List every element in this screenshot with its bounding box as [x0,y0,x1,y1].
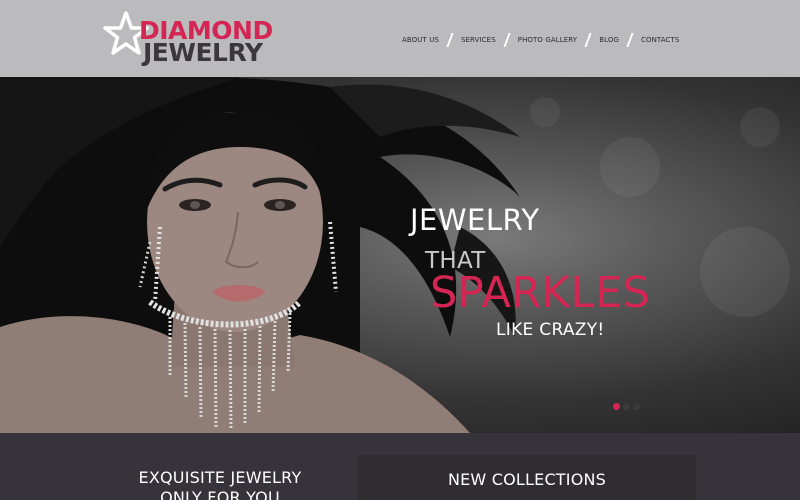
nav-separator [628,32,632,48]
hero-heading-line1: JEWELRY [410,203,540,237]
slider-pagination [613,403,643,410]
nav-separator [505,32,509,48]
nav-separator [586,32,590,48]
section-title-exquisite: EXQUISITE JEWELRY ONLY FOR YOU [138,468,302,500]
site-header: DIAMOND JEWELRY ABOUT US SERVICES PHOTO … [0,0,800,77]
hero-heading-line4: LIKE CRAZY! [496,320,605,340]
content-section: EXQUISITE JEWELRY ONLY FOR YOU NEW COLLE… [0,433,800,500]
nav-item-photo-gallery[interactable]: PHOTO GALLERY [518,36,577,44]
section-title-new-collections: NEW COLLECTIONS [447,470,607,489]
model-photo [0,77,520,433]
nav-item-contacts[interactable]: CONTACTS [641,36,679,44]
logo[interactable]: DIAMOND JEWELRY [103,10,278,65]
nav-item-about-us[interactable]: ABOUT US [402,36,439,44]
nav-item-services[interactable]: SERVICES [461,36,496,44]
new-collections-panel: NEW COLLECTIONS [358,455,696,500]
hero-heading-line3: SPARKLES [430,268,651,318]
logo-text-line2: JEWELRY [143,38,263,67]
slider-dot-3[interactable] [633,403,640,410]
hero-slider[interactable]: JEWELRY THAT SPARKLES LIKE CRAZY! [0,77,800,433]
main-nav: ABOUT US SERVICES PHOTO GALLERY BLOG CON… [402,32,679,48]
slider-dot-1[interactable] [613,403,620,410]
slider-dot-2[interactable] [623,403,630,410]
nav-item-blog[interactable]: BLOG [599,36,619,44]
nav-separator [448,32,452,48]
